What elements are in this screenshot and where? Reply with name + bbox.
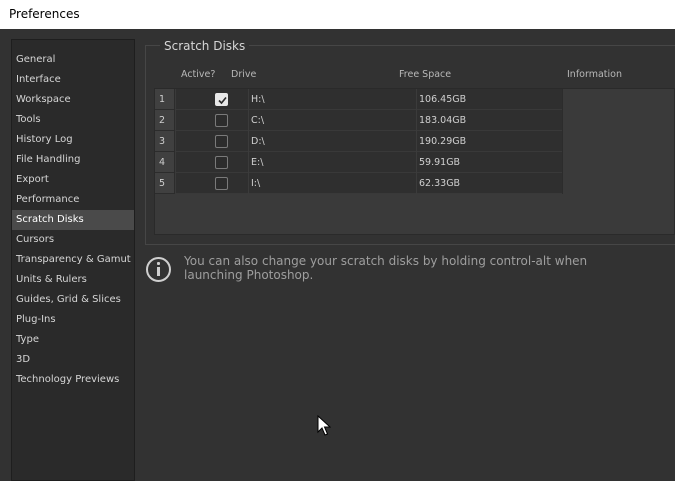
drive-cell: E:\ (251, 157, 264, 168)
sidebar-item-export[interactable]: Export (12, 170, 134, 190)
drive-cell: C:\ (251, 115, 265, 126)
scratch-disks-title: Scratch Disks (160, 39, 250, 53)
drive-cell: I:\ (251, 178, 261, 189)
cell-divider (416, 152, 417, 173)
active-checkbox[interactable] (215, 156, 228, 169)
cell-divider (248, 152, 249, 173)
info-icon-bar (157, 267, 160, 276)
free-space-cell: 190.29GB (419, 136, 467, 147)
sidebar: General Interface Workspace Tools Histor… (11, 39, 135, 481)
table-row[interactable]: 3 D:\ 190.29GB (155, 131, 675, 152)
mouse-cursor-icon (317, 415, 331, 436)
info-icon (146, 257, 171, 282)
table-body: 1 H:\ 106.45GB 2 C:\ 183.04GB 3 D:\ 190.… (154, 88, 675, 235)
drive-cell: D:\ (251, 136, 265, 147)
active-checkbox[interactable] (215, 177, 228, 190)
info-icon-dot (157, 262, 160, 265)
sidebar-item-file-handling[interactable]: File Handling (12, 150, 134, 170)
sidebar-item-performance[interactable]: Performance (12, 190, 134, 210)
active-checkbox[interactable] (215, 114, 228, 127)
row-number: 4 (155, 152, 175, 173)
drive-cell: H:\ (251, 94, 265, 105)
row-number: 5 (155, 173, 175, 194)
column-header-active: Active? (181, 69, 216, 80)
active-checkbox[interactable] (215, 93, 228, 106)
sidebar-item-cursors[interactable]: Cursors (12, 230, 134, 250)
row-cells: I:\ 62.33GB (176, 173, 562, 194)
table-row[interactable]: 1 H:\ 106.45GB (155, 89, 675, 110)
sidebar-item-transparency-gamut[interactable]: Transparency & Gamut (12, 250, 134, 270)
cell-divider (416, 131, 417, 152)
cell-divider (416, 173, 417, 194)
column-header-free-space: Free Space (399, 69, 452, 80)
row-cells: C:\ 183.04GB (176, 110, 562, 131)
window-title: Preferences (9, 7, 80, 21)
sidebar-item-scratch-disks[interactable]: Scratch Disks (12, 210, 134, 230)
sidebar-item-technology-previews[interactable]: Technology Previews (12, 370, 134, 390)
column-header-drive: Drive (231, 69, 257, 80)
cell-divider (248, 173, 249, 194)
free-space-cell: 59.91GB (419, 157, 461, 168)
row-cells: D:\ 190.29GB (176, 131, 562, 152)
sidebar-item-general[interactable]: General (12, 50, 134, 70)
sidebar-item-workspace[interactable]: Workspace (12, 90, 134, 110)
column-header-information: Information (567, 69, 622, 80)
preferences-window: General Interface Workspace Tools Histor… (0, 29, 675, 481)
free-space-cell: 183.04GB (419, 115, 467, 126)
cell-divider (416, 110, 417, 131)
row-number: 2 (155, 110, 175, 131)
sidebar-item-plug-ins[interactable]: Plug-Ins (12, 310, 134, 330)
checkmark-icon (218, 96, 227, 105)
row-cells: H:\ 106.45GB (176, 89, 562, 110)
scratch-disks-table: Active? Drive Free Space Information 1 H… (154, 62, 675, 235)
sidebar-item-3d[interactable]: 3D (12, 350, 134, 370)
row-cells: E:\ 59.91GB (176, 152, 562, 173)
cell-divider (416, 89, 417, 110)
sidebar-item-interface[interactable]: Interface (12, 70, 134, 90)
table-row[interactable]: 5 I:\ 62.33GB (155, 173, 675, 194)
cell-divider (248, 110, 249, 131)
title-bar: Preferences (0, 0, 675, 29)
sidebar-item-tools[interactable]: Tools (12, 110, 134, 130)
info-note: You can also change your scratch disks b… (145, 251, 675, 291)
table-header: Active? Drive Free Space Information (154, 62, 675, 86)
free-space-cell: 106.45GB (419, 94, 467, 105)
cell-divider (248, 89, 249, 110)
table-row[interactable]: 2 C:\ 183.04GB (155, 110, 675, 131)
cell-divider (248, 131, 249, 152)
free-space-cell: 62.33GB (419, 178, 461, 189)
sidebar-item-history-log[interactable]: History Log (12, 130, 134, 150)
sidebar-item-type[interactable]: Type (12, 330, 134, 350)
sidebar-item-units-rulers[interactable]: Units & Rulers (12, 270, 134, 290)
info-note-text: You can also change your scratch disks b… (184, 254, 588, 282)
sidebar-item-guides-grid-slices[interactable]: Guides, Grid & Slices (12, 290, 134, 310)
row-number: 3 (155, 131, 175, 152)
table-row[interactable]: 4 E:\ 59.91GB (155, 152, 675, 173)
active-checkbox[interactable] (215, 135, 228, 148)
row-number: 1 (155, 89, 175, 110)
